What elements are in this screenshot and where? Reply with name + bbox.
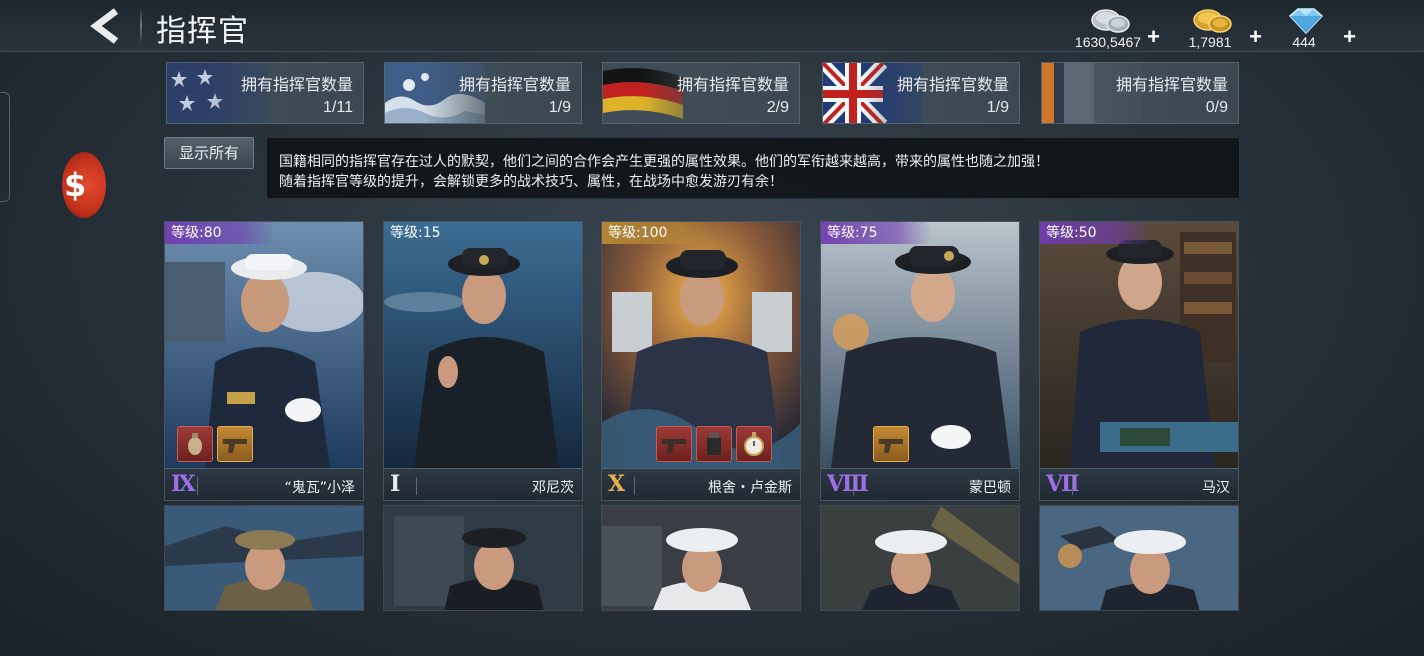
pocket-watch-icon <box>744 432 764 456</box>
nation-count: 1/9 <box>548 99 571 116</box>
rank-separator <box>853 477 854 495</box>
rank-numeral: Ⅷ <box>827 471 869 497</box>
rank-separator <box>197 477 198 495</box>
nation-count: 1/11 <box>323 99 353 116</box>
back-arrow-icon <box>90 8 119 44</box>
nation-card-other[interactable]: 拥有指挥官数量 0/9 <box>1041 62 1239 124</box>
level-badge: 等级:50 <box>1040 222 1150 244</box>
diamond-currency[interactable]: 444 + <box>1254 4 1356 50</box>
equipment-slot[interactable] <box>696 426 732 462</box>
nation-card-germany[interactable]: 拥有指挥官数量 2/9 <box>602 62 800 124</box>
name-bar: Ⅷ 蒙巴顿 <box>821 468 1019 500</box>
commander-card[interactable]: 等级:100 Ⅹ 根舍・卢金斯 <box>601 221 801 501</box>
nation-label: 拥有指挥官数量 <box>676 75 789 94</box>
rank-numeral: Ⅸ <box>171 471 196 497</box>
name-bar: Ⅸ “鬼瓦”小泽 <box>165 468 363 500</box>
info-box: 国籍相同的指挥官存在过人的默契，他们之间的合作会产生更强的属性效果。他们的军衔越… <box>266 137 1240 199</box>
diamond-icon <box>1288 8 1324 35</box>
name-bar: Ⅶ 马汉 <box>1040 468 1238 500</box>
commander-card[interactable] <box>383 505 583 611</box>
add-silver-icon[interactable]: + <box>1147 24 1160 50</box>
side-emblem-glyph: $ <box>64 166 87 204</box>
nation-label: 拥有指挥官数量 <box>896 75 1009 94</box>
commander-card[interactable]: 等级:50 Ⅶ 马汉 <box>1039 221 1239 501</box>
level-badge: 等级:15 <box>390 225 441 241</box>
back-button[interactable] <box>78 6 134 46</box>
commander-card[interactable] <box>820 505 1020 611</box>
silver-value: 1630,5467 <box>1074 34 1142 50</box>
nation-card-uk[interactable]: 拥有指挥官数量 1/9 <box>822 62 1020 124</box>
gold-currency[interactable]: 1,7981 + <box>1160 4 1262 50</box>
commander-portrait <box>384 222 582 468</box>
nation-label: 拥有指挥官数量 <box>458 75 571 94</box>
commander-card[interactable] <box>601 505 801 611</box>
equipment-slot[interactable] <box>656 426 692 462</box>
commander-card[interactable]: 等级:75 Ⅷ 蒙巴顿 <box>820 221 1020 501</box>
grenade-icon <box>188 433 202 455</box>
nation-label: 拥有指挥官数量 <box>1115 75 1228 94</box>
side-panel-handle[interactable] <box>0 92 10 202</box>
equipment-slot[interactable] <box>873 426 909 462</box>
rank-separator <box>634 477 635 495</box>
level-badge: 等级:80 <box>165 222 275 244</box>
info-line-2: 随着指挥官等级的提升，会解锁更多的战术技巧、属性，在战场中愈发游刃有余！ <box>279 174 783 190</box>
gold-coins-icon <box>1193 9 1232 33</box>
show-all-button[interactable]: 显示所有 <box>164 137 254 169</box>
commander-card[interactable] <box>1039 505 1239 611</box>
commander-card[interactable]: 等级:80 Ⅸ “鬼瓦”小泽 <box>164 221 364 501</box>
equipment-slot[interactable] <box>217 426 253 462</box>
level-badge: 等级:100 <box>602 222 712 244</box>
equipment-slot[interactable] <box>177 426 213 462</box>
commander-portrait <box>602 506 800 610</box>
nation-card-japan[interactable]: 拥有指挥官数量 1/9 <box>384 62 582 124</box>
commander-portrait <box>1040 506 1238 610</box>
commander-portrait <box>1040 222 1238 468</box>
nation-count: 1/9 <box>986 99 1009 116</box>
info-line-1: 国籍相同的指挥官存在过人的默契，他们之间的合作会产生更强的属性效果。他们的军衔越… <box>279 154 1049 170</box>
silver-currency[interactable]: 1630,5467 + <box>1058 4 1160 50</box>
commander-portrait <box>384 506 582 610</box>
commander-card[interactable]: 等级:15 Ⅰ 邓尼茨 <box>383 221 583 501</box>
rank-numeral: Ⅰ <box>390 471 400 497</box>
rank-numeral: Ⅹ <box>608 471 625 497</box>
nation-count: 2/9 <box>766 99 789 116</box>
pistol-icon <box>223 439 247 453</box>
commander-name: 马汉 <box>1202 480 1230 496</box>
commander-name: 根舍・卢金斯 <box>708 480 792 496</box>
rank-separator <box>416 477 417 495</box>
nation-card-usa[interactable]: 拥有指挥官数量 1/11 <box>166 62 364 124</box>
page-title: 指挥官 <box>156 14 249 49</box>
commander-card[interactable] <box>164 505 364 611</box>
name-bar: Ⅰ 邓尼茨 <box>384 468 582 500</box>
rank-separator <box>1072 477 1073 495</box>
commander-name: 邓尼茨 <box>532 480 574 496</box>
title-divider <box>140 8 142 44</box>
commander-name: “鬼瓦”小泽 <box>284 480 355 496</box>
commander-name: 蒙巴顿 <box>969 480 1011 496</box>
equipment-slot[interactable] <box>736 426 772 462</box>
commander-portrait <box>165 506 363 610</box>
level-badge: 等级:75 <box>821 222 931 244</box>
commander-portrait <box>821 506 1019 610</box>
side-emblem-icon[interactable]: $ <box>62 152 106 218</box>
name-bar: Ⅹ 根舍・卢金斯 <box>602 468 800 500</box>
gold-value: 1,7981 <box>1188 34 1232 50</box>
add-diamond-icon[interactable]: + <box>1343 24 1356 50</box>
rank-numeral: Ⅶ <box>1046 471 1080 497</box>
commander-portrait <box>821 222 1019 468</box>
silver-coins-icon <box>1091 9 1130 33</box>
nation-count: 0/9 <box>1205 99 1228 116</box>
pistol-icon <box>662 439 686 453</box>
nation-label: 拥有指挥官数量 <box>240 75 353 94</box>
diamond-value: 444 <box>1292 34 1316 50</box>
lighter-icon <box>707 433 721 455</box>
pistol-icon <box>879 439 903 453</box>
top-bar: 指挥官 1630,5467 + 1,7981 + 444 + <box>0 0 1424 52</box>
